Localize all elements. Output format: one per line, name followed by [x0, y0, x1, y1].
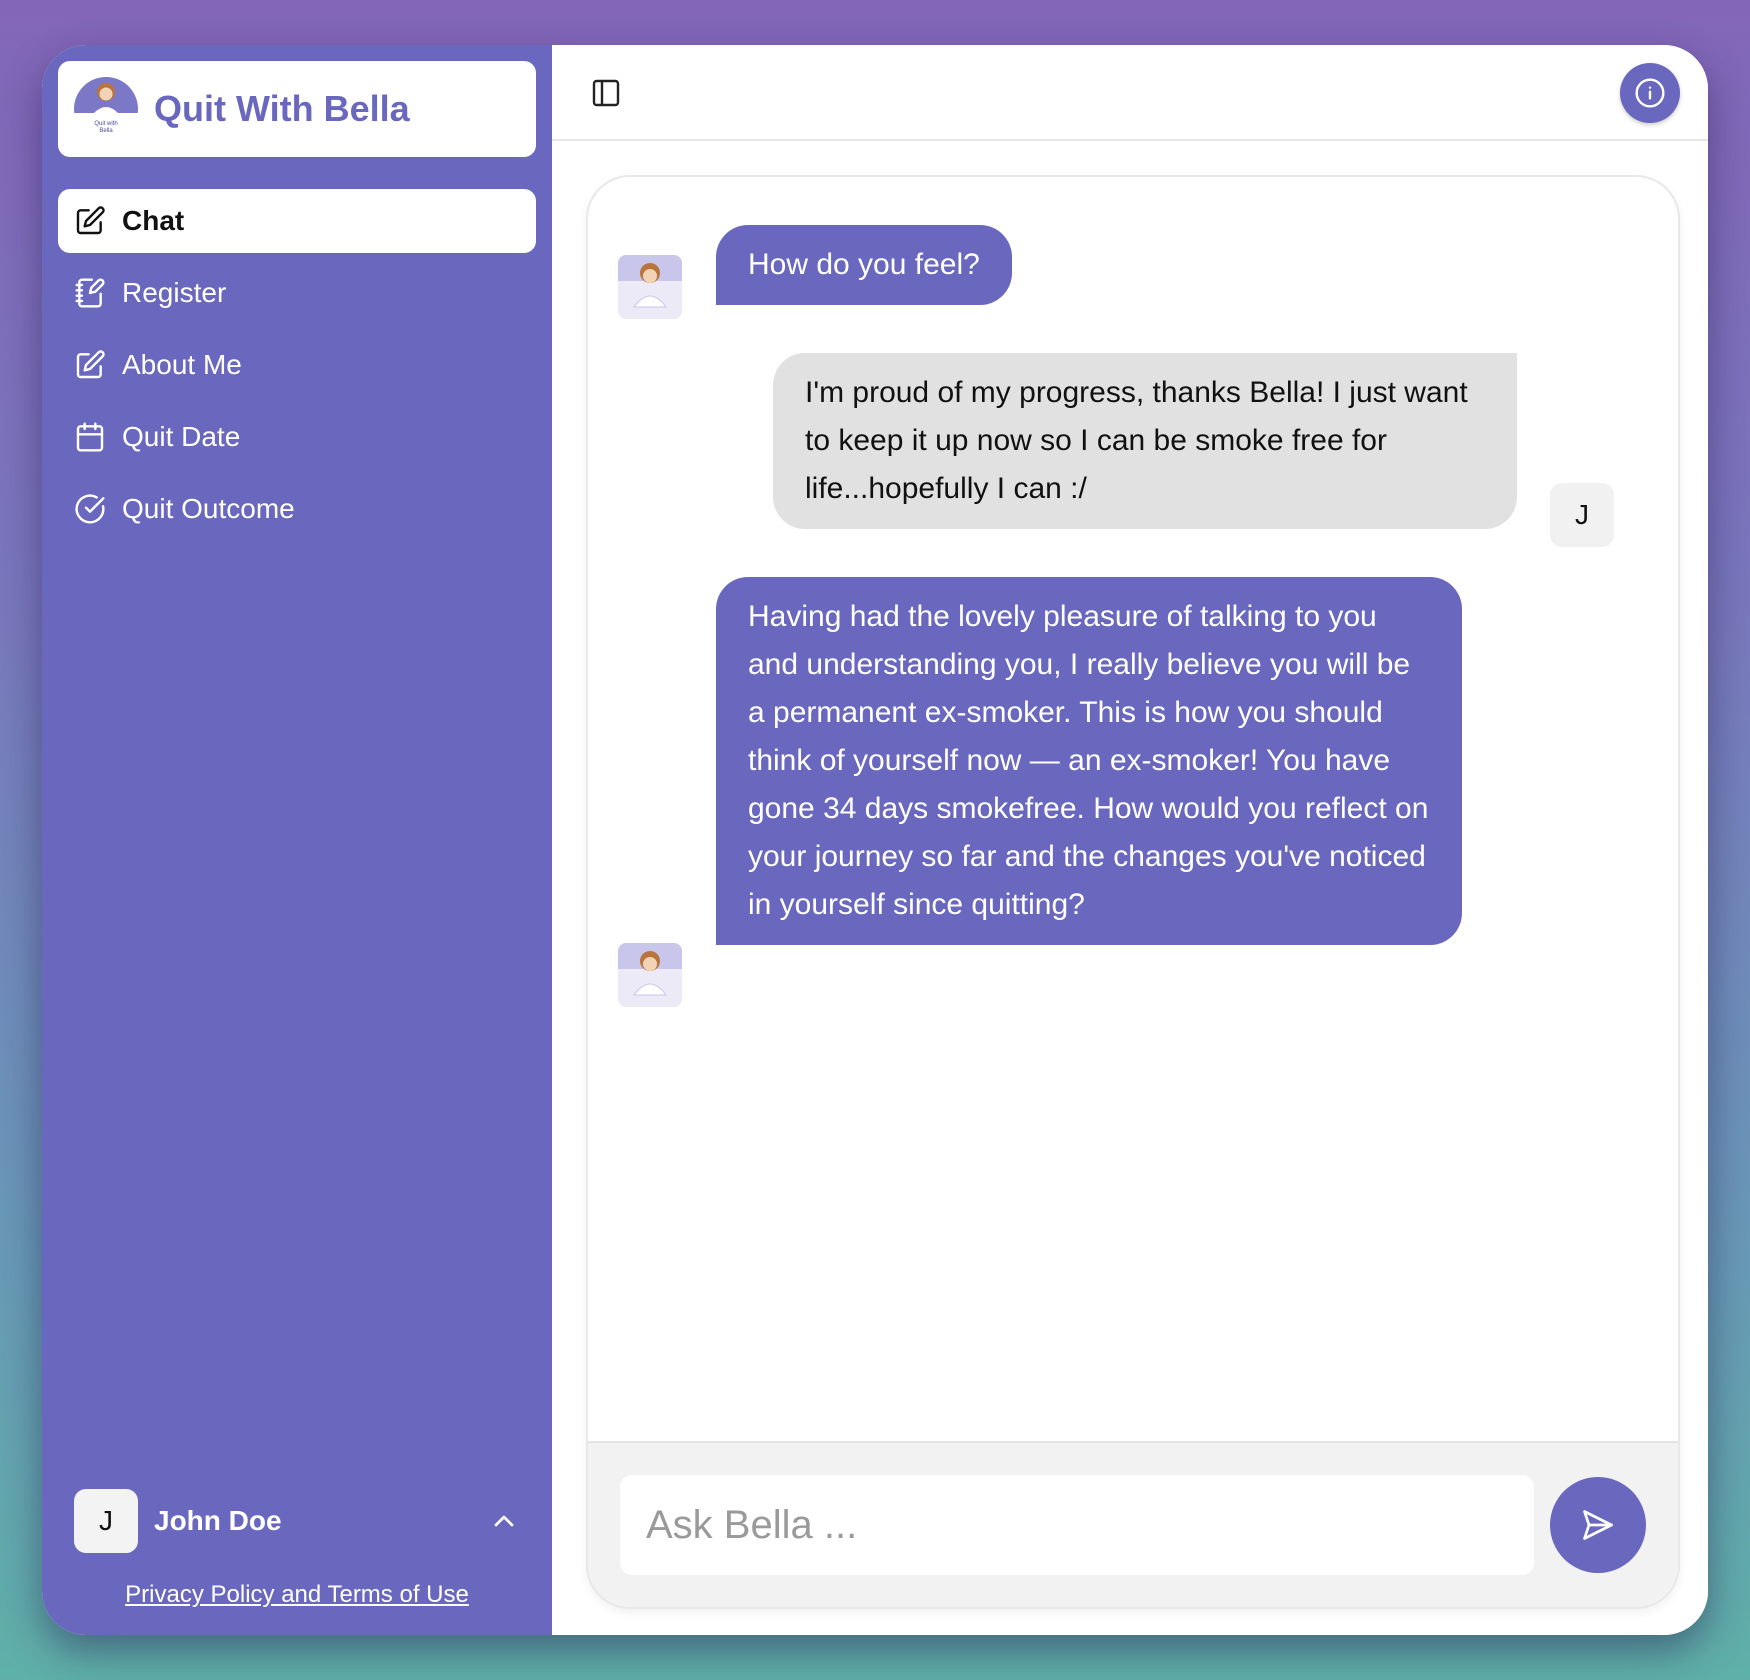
send-button[interactable]	[1550, 1477, 1646, 1573]
check-circle-icon	[74, 493, 106, 525]
app-title: Quit With Bella	[154, 88, 410, 129]
send-icon	[1583, 1510, 1613, 1540]
app-window: Quit with Bella Quit With Bella Chat Reg…	[42, 45, 1708, 1635]
info-icon	[1635, 78, 1665, 108]
top-bar	[552, 45, 1708, 141]
sidebar-item-register[interactable]: Register	[58, 261, 536, 325]
sidebar-item-quit-outcome[interactable]: Quit Outcome	[58, 477, 536, 541]
sidebar-item-chat[interactable]: Chat	[58, 189, 536, 253]
user-name: John Doe	[154, 1505, 282, 1536]
bot-message: Having had the lovely pleasure of talkin…	[716, 577, 1462, 945]
avatar: J	[74, 1489, 138, 1553]
info-button[interactable]	[1620, 63, 1680, 123]
sidebar-item-quit-date[interactable]: Quit Date	[58, 405, 536, 469]
sidebar: Quit with Bella Quit With Bella Chat Reg…	[42, 45, 552, 1635]
svg-text:Bella: Bella	[99, 128, 113, 134]
sidebar-item-label: Quit Date	[122, 421, 241, 452]
sidebar-item-label: Chat	[122, 205, 185, 236]
bella-avatar	[618, 255, 682, 319]
bella-logo: Quit with Bella	[74, 77, 138, 141]
brand-header[interactable]: Quit with Bella Quit With Bella	[58, 61, 536, 157]
user-menu[interactable]: J John Doe	[74, 1489, 520, 1553]
message-composer	[588, 1441, 1678, 1607]
sidebar-item-label: Quit Outcome	[122, 493, 295, 524]
sidebar-toggle-icon[interactable]	[590, 77, 622, 109]
sidebar-item-about-me[interactable]: About Me	[58, 333, 536, 397]
sidebar-item-label: About Me	[122, 349, 242, 380]
chevron-up-icon[interactable]	[488, 1505, 520, 1537]
main-panel: How do you feel? I'm proud of my progres…	[552, 45, 1708, 1635]
calendar-icon	[74, 421, 106, 453]
sidebar-item-label: Register	[122, 277, 227, 308]
bot-message: How do you feel?	[716, 225, 1012, 305]
user-message: I'm proud of my progress, thanks Bella! …	[773, 353, 1517, 529]
pencil-square-icon	[74, 205, 106, 237]
chat-input[interactable]	[620, 1475, 1534, 1575]
notebook-edit-icon	[74, 277, 106, 309]
bella-avatar	[618, 943, 682, 1007]
user-avatar: J	[1550, 483, 1614, 547]
pencil-square-icon	[74, 349, 106, 381]
svg-text:Quit with: Quit with	[94, 121, 117, 127]
sidebar-nav: Chat Register About Me Quit Date Quit Ou…	[58, 189, 536, 549]
privacy-policy-link[interactable]: Privacy Policy and Terms of Use	[42, 1581, 552, 1609]
chat-window: How do you feel? I'm proud of my progres…	[586, 175, 1680, 1609]
